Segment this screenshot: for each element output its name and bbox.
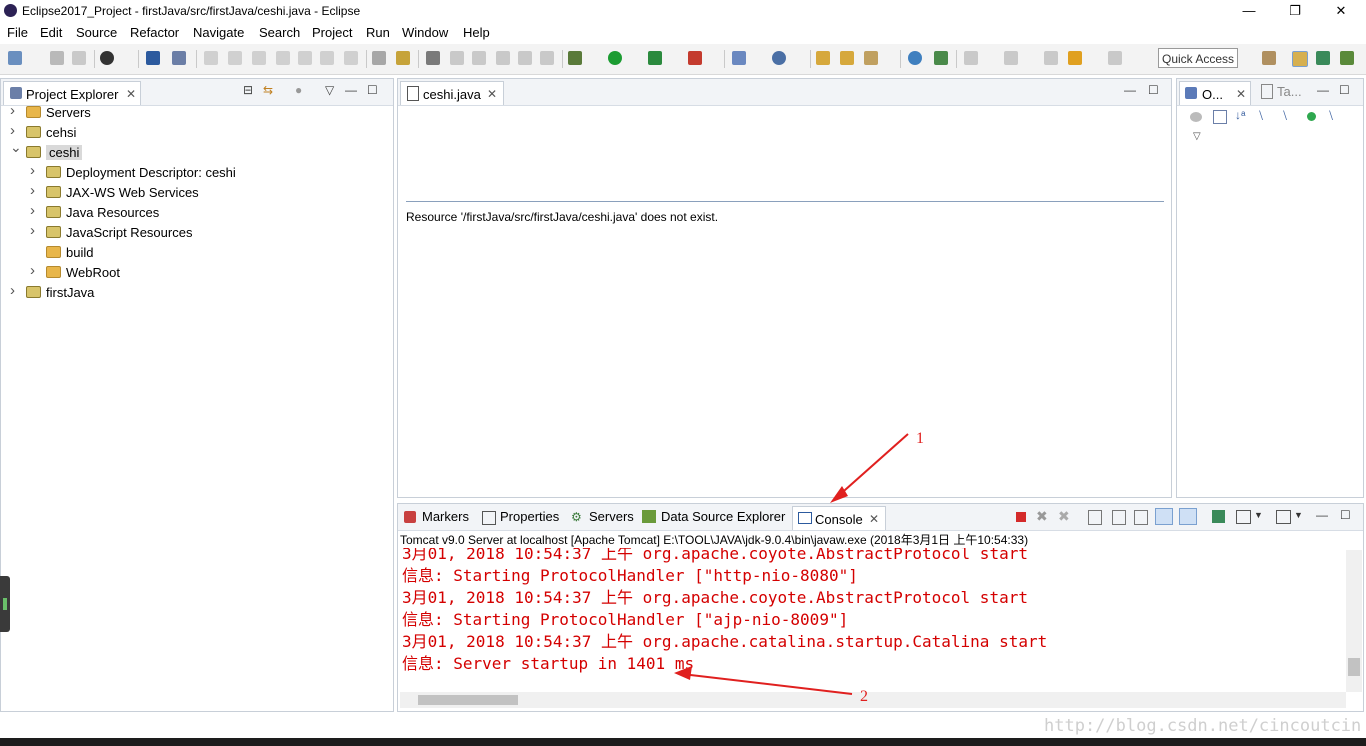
annotation-overlay xyxy=(674,433,909,695)
arrow-2-line xyxy=(681,673,853,695)
side-widget-indicator xyxy=(3,598,7,610)
annotation-label-2: 2 xyxy=(860,688,868,705)
annotation-label-1: 1 xyxy=(916,430,924,447)
watermark-text: http://blog.csdn.net/cincoutcin xyxy=(1044,716,1362,736)
taskbar xyxy=(0,738,1366,746)
arrow-2-head xyxy=(674,666,692,680)
side-widget[interactable] xyxy=(0,576,10,632)
arrow-1-line xyxy=(835,433,909,499)
